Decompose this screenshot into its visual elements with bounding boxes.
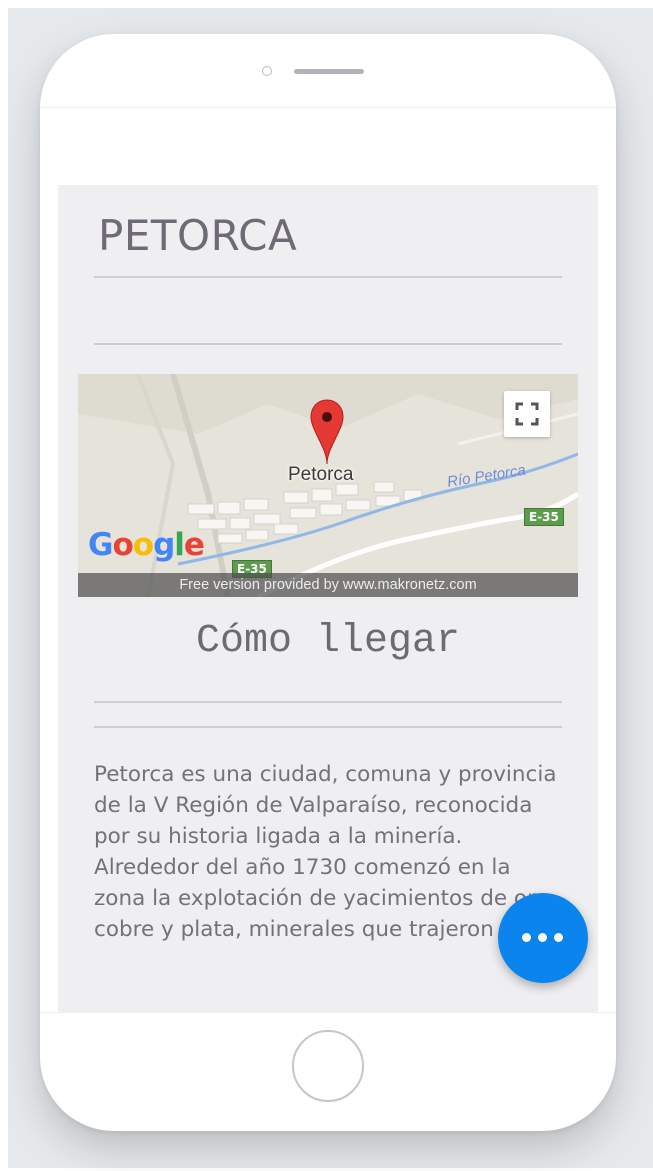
- map-road-badge: E-35: [524, 508, 564, 526]
- page-title: PETORCA: [98, 211, 298, 260]
- google-logo-letter: l: [174, 527, 185, 563]
- directions-divider-bottom: [94, 726, 562, 728]
- fullscreen-icon: [515, 402, 539, 426]
- google-logo-letter: g: [153, 527, 175, 563]
- bottom-bezel-divider: [40, 1012, 616, 1013]
- google-logo: Google: [88, 527, 205, 563]
- map-place-label: Petorca: [288, 464, 354, 485]
- title-divider: [94, 276, 562, 278]
- google-logo-letter: o: [112, 527, 133, 563]
- more-horizontal-icon-dot: [538, 933, 547, 942]
- home-button[interactable]: [292, 1030, 364, 1102]
- google-logo-letter: G: [88, 527, 113, 563]
- google-logo-letter: o: [132, 527, 154, 563]
- more-options-button[interactable]: [498, 893, 588, 983]
- fullscreen-button[interactable]: [504, 391, 550, 437]
- top-bezel-divider: [40, 107, 616, 108]
- more-horizontal-icon: [522, 933, 531, 942]
- map-credit-bar[interactable]: Free version provided by www.makronetz.c…: [78, 573, 578, 597]
- section-divider: [94, 343, 562, 345]
- map-embed[interactable]: Petorca Río Petorca E-35 E-35 Google Fre…: [78, 374, 578, 597]
- earpiece-speaker: [294, 69, 364, 74]
- directions-link[interactable]: Cómo llegar: [58, 619, 598, 664]
- more-horizontal-icon-dot: [554, 933, 563, 942]
- front-camera: [262, 66, 272, 76]
- description-text: Petorca es una ciudad, comuna y provinci…: [94, 762, 557, 942]
- location-pin-icon[interactable]: [309, 398, 345, 468]
- google-logo-letter: e: [183, 527, 205, 563]
- phone-screen: PETORCA Petorca Río Petorca E-35 E-35 Go…: [58, 185, 598, 1012]
- directions-divider-top: [94, 701, 562, 703]
